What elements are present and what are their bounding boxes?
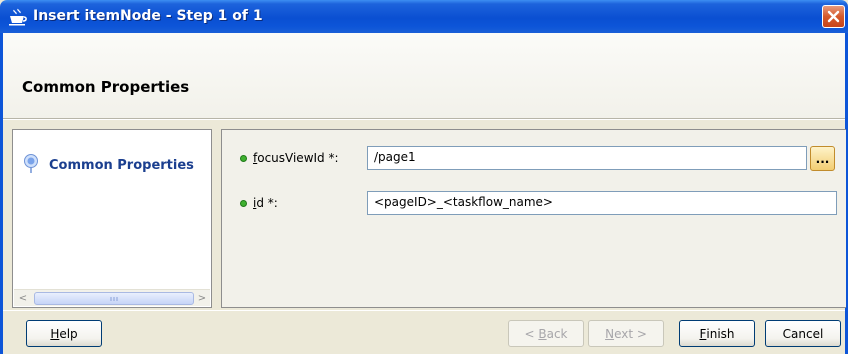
focus-view-id-label: focusViewId *: [253, 151, 339, 165]
next-button[interactable]: Next > [588, 320, 664, 347]
scroll-right-arrow[interactable]: > [194, 291, 210, 306]
step-navigation-panel: Common Properties < > [12, 129, 212, 308]
grip-icon [110, 296, 118, 301]
back-button[interactable]: < Back [508, 320, 584, 347]
finish-button[interactable]: Finish [679, 320, 755, 347]
browse-button[interactable]: ... [810, 146, 835, 171]
window-title: Insert itemNode - Step 1 of 1 [33, 8, 263, 24]
title-bar: Insert itemNode - Step 1 of 1 [0, 0, 848, 33]
focus-view-id-label-text: ocusViewId *: [257, 151, 339, 165]
id-label-text: d *: [256, 196, 278, 210]
back-prefix: < [524, 326, 539, 341]
back-label: ack [546, 326, 568, 341]
close-button[interactable] [822, 5, 845, 28]
id-field[interactable]: <pageID>_<taskflow_name> [367, 191, 837, 215]
help-button[interactable]: Help [26, 320, 102, 347]
id-row: id *: [240, 196, 278, 210]
next-mnemonic: N [605, 326, 615, 341]
footer-divider [3, 310, 845, 311]
nav-item-common-properties[interactable]: Common Properties [23, 154, 194, 177]
nav-item-label: Common Properties [49, 158, 194, 173]
back-mnemonic: B [538, 326, 547, 341]
help-label: elp [59, 326, 78, 341]
finish-mnemonic: F [699, 326, 707, 341]
close-icon [827, 10, 840, 23]
horizontal-scrollbar[interactable]: < > [14, 289, 210, 306]
properties-panel: focusViewId *: /page1 ... id *: <pageID>… [221, 129, 846, 308]
header-divider [3, 118, 845, 120]
step-header: Common Properties [0, 33, 848, 119]
step-bulb-icon [23, 154, 39, 177]
required-dot-icon [240, 154, 247, 162]
scroll-thumb[interactable] [34, 292, 194, 305]
id-label: id *: [253, 196, 278, 210]
cancel-button[interactable]: Cancel [765, 320, 841, 347]
focus-view-id-row: focusViewId *: [240, 151, 339, 165]
help-mnemonic: H [50, 326, 60, 341]
coffee-cup-icon [8, 8, 28, 26]
scroll-left-arrow[interactable]: < [15, 291, 31, 306]
required-dot-icon [240, 199, 247, 207]
page-title: Common Properties [22, 78, 190, 96]
next-label: ext > [614, 326, 647, 341]
finish-label: inish [706, 326, 735, 341]
focus-view-id-field[interactable]: /page1 [367, 146, 807, 170]
